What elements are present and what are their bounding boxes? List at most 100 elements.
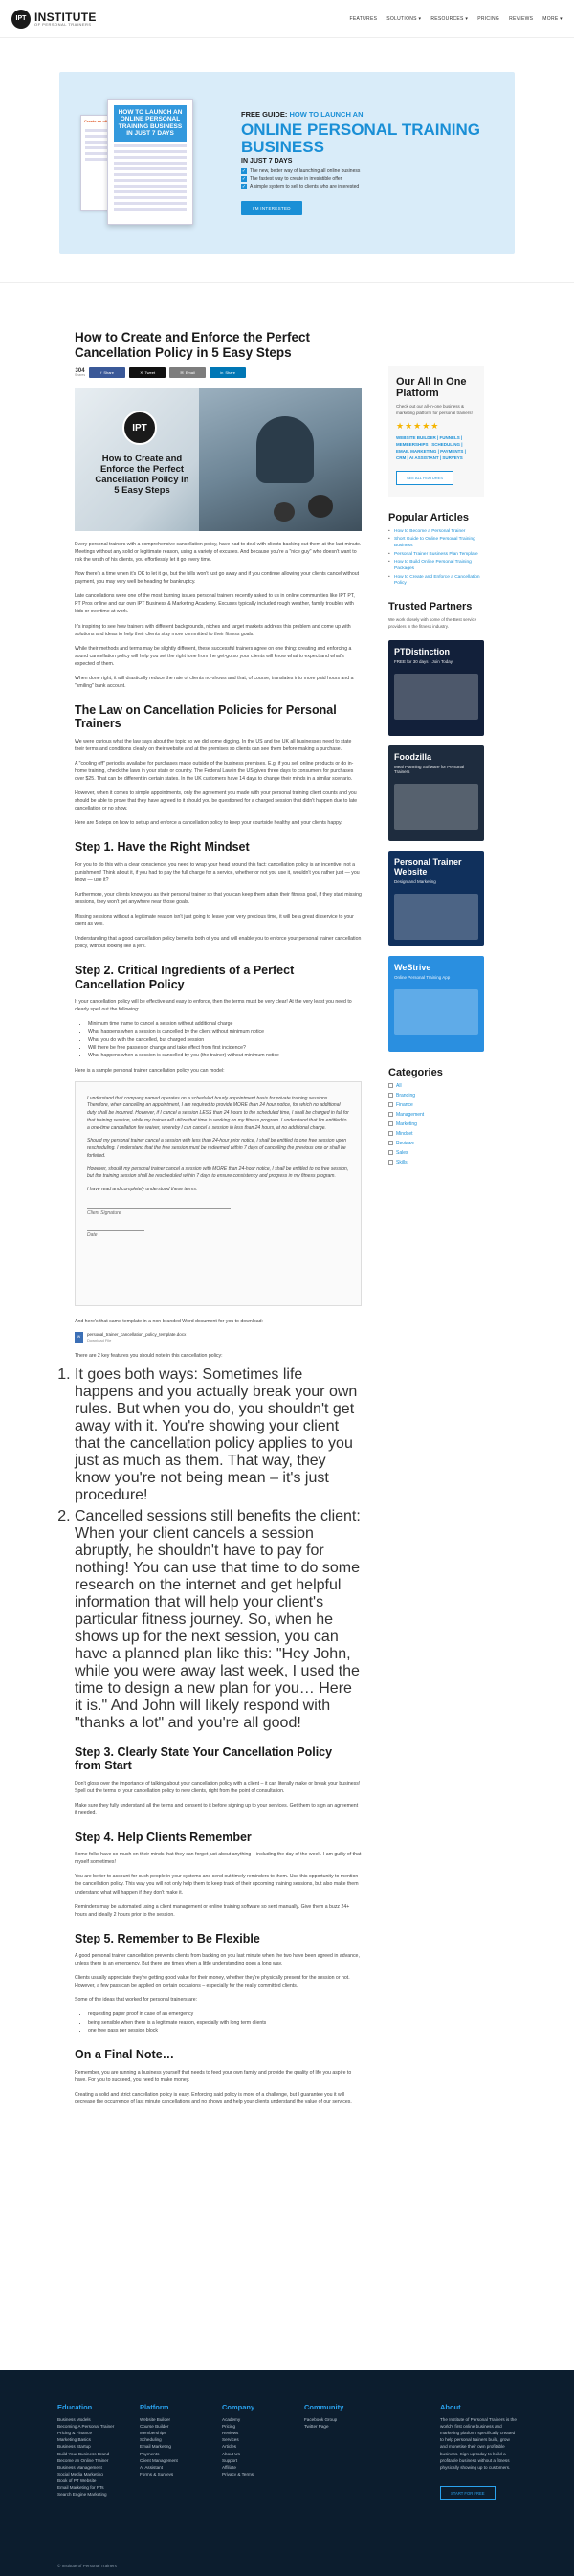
law-paragraph: Here are 5 steps on how to set up and en… [75,820,342,827]
list-item: Will there be free passes or change and … [88,1044,362,1052]
footer-link[interactable]: AI Assistant [140,2464,205,2471]
footer-link[interactable]: Twitter Page [304,2423,369,2430]
partner-ad-westrive[interactable]: WeStrive Online Personal Training App [388,955,484,1052]
step4-paragraph: Some folks have so much on their minds t… [75,1852,362,1866]
footer-link[interactable]: Memberships [140,2430,205,2436]
featured-image-caption: How to Create and Enforce the Perfect Ca… [95,454,189,496]
footer-link[interactable]: Pricing [222,2423,287,2430]
footer-link[interactable]: Privacy & Terms [222,2471,287,2477]
footer-link[interactable]: Course Builder [140,2423,205,2430]
twitter-share-button[interactable]: ✕ Tweet [129,367,166,379]
footer-link[interactable]: Scheduling [140,2436,205,2443]
kettlebell-shape [308,495,333,519]
footer-link[interactable]: Affiliate [222,2464,287,2471]
footer-link[interactable]: Marketing Basics [57,2436,122,2443]
footer-link[interactable]: Search Engine Marketing [57,2491,122,2498]
footer-link[interactable]: Social Media Marketing [57,2471,122,2477]
category-item[interactable]: Sales [388,1150,484,1156]
popular-article-link[interactable]: How to Become a Personal Trainer [388,529,484,536]
nav-item-solutions[interactable]: SOLUTIONS ▾ [386,16,421,22]
linkedin-share-button[interactable]: in Share [210,367,247,379]
sample-policy-box: I understand that company named operates… [75,1080,362,1306]
client-signature-line: Client Signature [87,1207,231,1216]
law-paragraph: However, when it comes to simple appoint… [75,790,358,812]
checkbox[interactable] [388,1141,393,1146]
category-item[interactable]: Skills [388,1160,484,1166]
category-item[interactable]: All [388,1083,484,1089]
see-all-features-button[interactable]: SEE ALL FEATURES [396,471,454,486]
checkbox[interactable] [388,1102,393,1108]
partner-ad-ptdistinction[interactable]: PTDistinction FREE for 30 days - Join To… [388,639,484,736]
partner-ad-foodzilla[interactable]: Foodzilla Meal Planning Software for Per… [388,744,484,841]
start-for-free-button[interactable]: START FOR FREE [440,2485,496,2500]
footer-link[interactable]: Client Management [140,2457,205,2464]
list-item: requesting paper proof in case of an eme… [88,2010,362,2018]
email-share-button[interactable]: ✉ Email [169,367,207,379]
footer-link[interactable]: Articles [222,2443,287,2450]
footer-link[interactable]: Email Marketing [140,2443,205,2450]
nav-item-resources[interactable]: RESOURCES ▾ [430,16,468,22]
checkbox[interactable] [388,1093,393,1099]
step4-paragraph: Reminders may be automated using a clien… [75,1903,350,1918]
checkmark-icon: ✓ [241,168,247,175]
footer-link[interactable]: Academy [222,2416,287,2423]
footer-link[interactable]: About Us [222,2451,287,2457]
step1-paragraph: Furthermore, your clients know you as th… [75,891,362,905]
popular-article-link[interactable]: How to Create and Enforce a Cancellation… [388,575,484,588]
step3-paragraph: Don't gloss over the importance of talki… [75,1780,361,1794]
category-item[interactable]: Finance [388,1102,484,1108]
interested-button[interactable]: I'M INTERESTED [241,201,302,216]
facebook-share-button[interactable]: f Share [89,367,126,379]
footer-link[interactable]: Reviews [222,2430,287,2436]
list-item: being sensible when there is a legitimat… [88,2019,362,2027]
category-item[interactable]: Marketing [388,1121,484,1127]
hero-banner[interactable]: Create an offer HOW TO LAUNCH AN ONLINE … [59,72,515,254]
policy-paragraph: Should my personal trainer cancel a sess… [87,1138,346,1159]
facebook-icon: f [100,370,102,376]
checkbox[interactable] [388,1112,393,1118]
step1-paragraph: Missing sessions without a legitimate re… [75,913,354,928]
category-item[interactable]: Branding [388,1093,484,1099]
footer-link[interactable]: Facebook Group [304,2416,369,2423]
platform-feature-links[interactable]: WEBSITE BUILDER | FUNNELS | MEMBERSHIPS … [396,434,476,462]
footer-link[interactable]: Payments [140,2451,205,2457]
checkbox[interactable] [388,1160,393,1166]
footer-link[interactable]: Becoming A Personal Trainer [57,2423,122,2430]
download-file-button[interactable]: Download File [87,1338,186,1343]
checkbox[interactable] [388,1131,393,1137]
footer-link[interactable]: Website Builder [140,2416,205,2423]
step5-paragraph: Some of the ideas that worked for person… [75,1997,198,2004]
footer-link[interactable]: Business Startup [57,2443,122,2450]
checkbox[interactable] [388,1083,393,1089]
footer-link[interactable]: Book of PT Website [57,2477,122,2484]
popular-article-link[interactable]: How to Build Online Personal Training Pa… [388,560,484,572]
footer-link[interactable]: Business Models [57,2416,122,2423]
footer-link[interactable]: Services [222,2436,287,2443]
site-logo[interactable]: IPT INSTITUTE OF PERSONAL TRAINERS [11,9,97,29]
checkbox[interactable] [388,1150,393,1156]
nav-item-more[interactable]: MORE ▾ [542,16,563,22]
download-file-link[interactable]: W personal_trainer_cancellation_policy_t… [75,1332,362,1343]
list-item: It goes both ways: Sometimes life happen… [75,1366,362,1504]
footer-link[interactable]: Support [222,2457,287,2464]
checkmark-icon: ✓ [241,184,247,190]
category-item[interactable]: Mindset [388,1131,484,1137]
footer-link[interactable]: Business Management [57,2464,122,2471]
trusted-partners-title: Trusted Partners [388,601,473,613]
footer-link[interactable]: Pricing & Finance [57,2430,122,2436]
footer-link[interactable]: Email Marketing for PTs [57,2484,122,2491]
footer-link[interactable]: Forms & Surveys [140,2471,205,2477]
checkbox[interactable] [388,1121,393,1127]
list-item: Minimum time frame to cancel a session w… [88,1020,362,1028]
footer-link[interactable]: Become an Online Trainer [57,2457,122,2464]
nav-item-features[interactable]: FEATURES [350,16,378,22]
popular-article-link[interactable]: Personal Trainer Business Plan Template [388,552,484,559]
popular-article-link[interactable]: Short Guide to Online Personal Training … [388,537,484,549]
nav-item-pricing[interactable]: PRICING [477,16,499,22]
category-item[interactable]: Management [388,1112,484,1118]
category-item[interactable]: Reviews [388,1141,484,1146]
footer-link[interactable]: Build Your Business Brand [57,2451,122,2457]
partner-ad-website[interactable]: Personal Trainer Website Design and Mark… [388,850,484,946]
nav-item-reviews[interactable]: REVIEWS [509,16,533,22]
star-rating-icon: ★★★★★ [396,420,440,431]
